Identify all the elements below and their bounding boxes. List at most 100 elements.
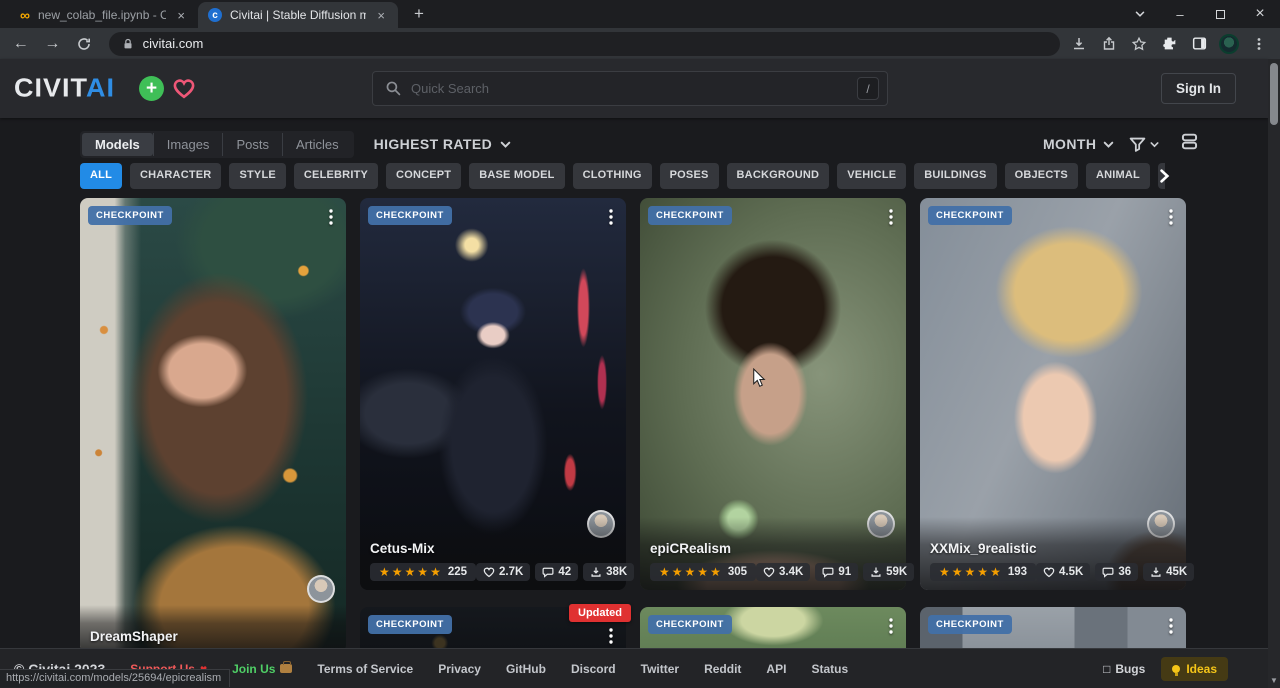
lock-icon (121, 37, 135, 51)
footer-link-reddit[interactable]: Reddit (704, 662, 741, 676)
civitai-favicon-icon: c (208, 8, 222, 22)
browser-tab-bar: ∞ new_colab_file.ipynb - Colaborat × c C… (0, 0, 1280, 28)
tab-posts[interactable]: Posts (222, 133, 282, 156)
chip-celebrity[interactable]: CELEBRITY (294, 163, 378, 189)
search-input[interactable] (411, 81, 848, 96)
footer-link-join-us[interactable]: Join Us (232, 662, 292, 676)
model-card-dreamshaper[interactable]: CHECKPOINT DreamShaper (80, 198, 346, 653)
star-icon: ★ (659, 566, 670, 578)
forward-button[interactable]: → (40, 31, 66, 57)
sign-in-button[interactable]: Sign In (1161, 73, 1236, 104)
card-menu-icon[interactable] (880, 204, 902, 230)
tab-colab[interactable]: ∞ new_colab_file.ipynb - Colaborat × (10, 2, 198, 28)
checkpoint-badge: CHECKPOINT (928, 206, 1012, 225)
likes-count: 2.7K (499, 566, 523, 578)
filter-dropdown[interactable] (1128, 135, 1160, 154)
chip-vehicle[interactable]: VEHICLE (837, 163, 906, 189)
chip-buildings[interactable]: BUILDINGS (914, 163, 996, 189)
footer-link-privacy[interactable]: Privacy (438, 662, 481, 676)
comments-count: 36 (1118, 566, 1131, 578)
scrollbar-down-arrow[interactable]: ▼ (1270, 676, 1278, 685)
comment-icon (542, 566, 554, 578)
back-button[interactable]: ← (8, 31, 34, 57)
support-heart-icon[interactable] (172, 77, 196, 104)
chip-clothing[interactable]: CLOTHING (573, 163, 652, 189)
card-info: XXMix_9realistic ★★★★★ 193 4.5K 36 45K (920, 517, 1186, 590)
tab-close-icon[interactable]: × (174, 8, 188, 23)
download-icon[interactable] (1066, 31, 1092, 57)
sort-dropdown[interactable]: HIGHEST RATED (374, 136, 513, 152)
chip-poses[interactable]: POSES (660, 163, 719, 189)
card-column: CHECKPOINT XXMix_9realistic ★★★★★ 193 4.… (920, 198, 1186, 688)
chevron-down-icon (1149, 139, 1160, 150)
footer-link-discord[interactable]: Discord (571, 662, 616, 676)
footer-link-status[interactable]: Status (811, 662, 848, 676)
downloads-pill: 59K (863, 563, 914, 581)
chips-scroll-next-button[interactable] (1156, 165, 1172, 187)
chip-all[interactable]: ALL (80, 163, 122, 189)
card-menu-icon[interactable] (600, 623, 622, 649)
model-card-xxmix[interactable]: CHECKPOINT XXMix_9realistic ★★★★★ 193 4.… (920, 198, 1186, 590)
toolbar-right (1066, 31, 1272, 57)
model-card-cetus-mix[interactable]: CHECKPOINT Cetus-Mix ★★★★★ 225 2.7K 4 (360, 198, 626, 590)
chip-background[interactable]: BACKGROUND (727, 163, 830, 189)
chip-concept[interactable]: CONCEPT (386, 163, 461, 189)
card-menu-icon[interactable] (320, 204, 342, 230)
tab-articles[interactable]: Articles (282, 133, 352, 156)
footer-link-twitter[interactable]: Twitter (641, 662, 679, 676)
new-tab-button[interactable]: + (408, 4, 430, 24)
page-scrollbar[interactable]: ▼ (1268, 59, 1280, 688)
profile-avatar[interactable] (1216, 31, 1242, 57)
footer-link-api[interactable]: API (766, 662, 786, 676)
tab-images[interactable]: Images (153, 133, 223, 156)
tab-search-chevron-icon[interactable] (1120, 0, 1160, 28)
tab-civitai[interactable]: c Civitai | Stable Diffusion models, × (198, 2, 398, 28)
card-menu-icon[interactable] (1160, 204, 1182, 230)
download-icon (1150, 566, 1162, 578)
model-card-epicrealism[interactable]: CHECKPOINT epiCRealism ★★★★★ 305 3.4K (640, 198, 906, 590)
tab-close-icon[interactable]: × (374, 8, 388, 23)
star-icon: ★ (430, 566, 441, 578)
maximize-button[interactable] (1200, 0, 1240, 28)
ideas-button[interactable]: Ideas (1161, 657, 1228, 681)
heart-icon (483, 566, 495, 578)
card-menu-icon[interactable] (1160, 613, 1182, 639)
footer-link-github[interactable]: GitHub (506, 662, 546, 676)
tab-models[interactable]: Models (82, 133, 153, 156)
chip-character[interactable]: CHARACTER (130, 163, 221, 189)
upload-plus-button[interactable]: + (139, 76, 164, 101)
quick-search-bar[interactable]: / (372, 71, 888, 106)
creator-avatar[interactable] (307, 575, 335, 603)
reload-button[interactable] (71, 31, 97, 57)
card-menu-icon[interactable] (880, 613, 902, 639)
chip-objects[interactable]: OBJECTS (1005, 163, 1078, 189)
star-icon: ★ (977, 566, 988, 578)
checkpoint-badge: CHECKPOINT (368, 615, 452, 634)
layout-toggle-button[interactable] (1179, 131, 1200, 157)
chevron-down-icon (499, 138, 512, 151)
sort-label: HIGHEST RATED (374, 136, 493, 152)
stat-pills: 4.5K 36 45K (1036, 563, 1194, 581)
card-menu-icon[interactable] (600, 204, 622, 230)
browser-menu-icon[interactable] (1246, 31, 1272, 57)
side-panel-icon[interactable] (1186, 31, 1212, 57)
chip-animal[interactable]: ANIMAL (1086, 163, 1150, 189)
comment-icon (822, 566, 834, 578)
period-dropdown[interactable]: MONTH (1043, 136, 1115, 152)
close-button[interactable]: × (1240, 0, 1280, 28)
chip-base-model[interactable]: BASE MODEL (469, 163, 564, 189)
rating-pill: ★★★★★ 193 (930, 563, 1036, 581)
model-title: Cetus-Mix (370, 541, 616, 556)
scrollbar-thumb[interactable] (1270, 63, 1278, 125)
footer-link-terms[interactable]: Terms of Service (317, 662, 413, 676)
bookmark-star-icon[interactable] (1126, 31, 1152, 57)
minimize-button[interactable]: – (1160, 0, 1200, 28)
extensions-puzzle-icon[interactable] (1156, 31, 1182, 57)
civitai-logo[interactable]: CIVITAI (14, 74, 115, 104)
share-icon[interactable] (1096, 31, 1122, 57)
bug-icon: □ (1103, 662, 1110, 676)
download-icon (870, 566, 882, 578)
bugs-button[interactable]: □Bugs (1103, 662, 1145, 676)
url-bar[interactable]: civitai.com (109, 32, 1060, 56)
chip-style[interactable]: STYLE (229, 163, 285, 189)
